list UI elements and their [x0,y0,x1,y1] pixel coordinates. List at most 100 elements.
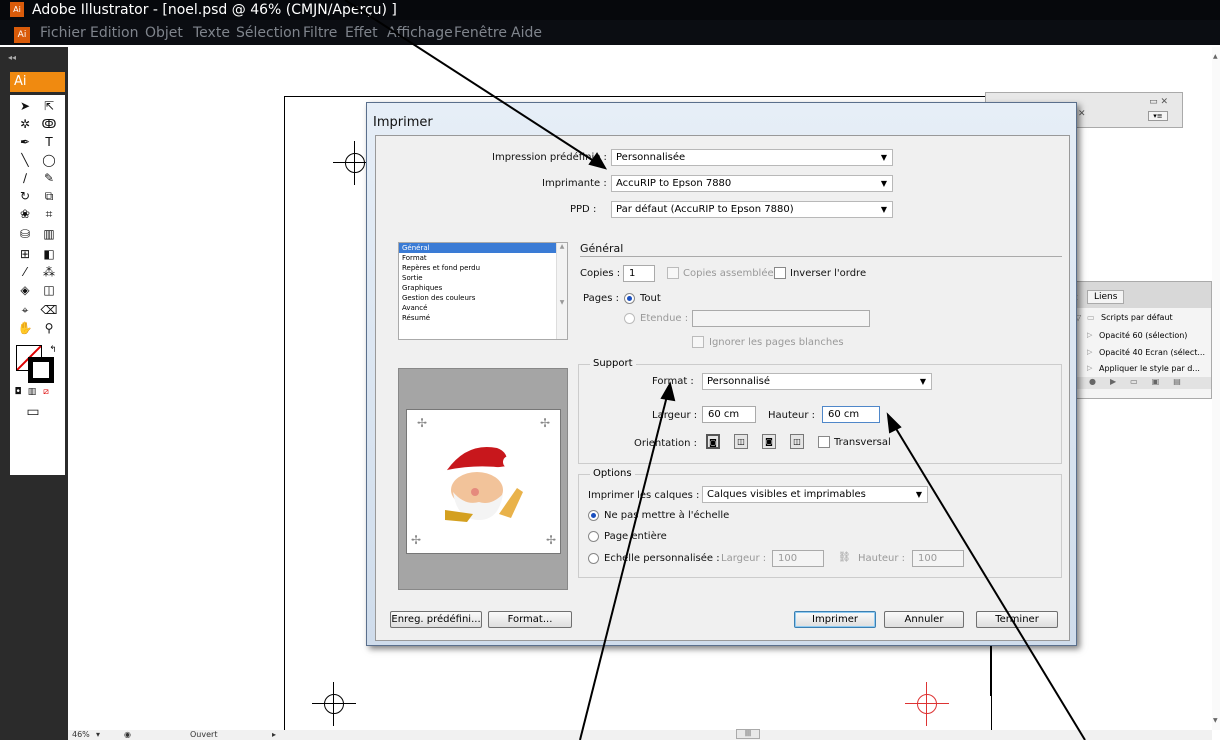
scale-width-input[interactable]: 100 [772,550,824,567]
document-icon[interactable]: Ai [14,27,30,43]
collate-checkbox[interactable] [667,267,679,279]
action-set-item[interactable]: Scripts par défaut [1101,313,1173,322]
live-paint-tool-icon[interactable]: ◈ [14,283,36,298]
gradient-tool-icon[interactable]: ◧ [38,247,60,262]
crop-tool-icon[interactable]: ⌖ [14,303,36,318]
free-transform-tool-icon[interactable]: ⌗ [38,207,60,222]
folder-new-icon[interactable]: ▭ [1130,377,1152,386]
toolbox-collapse-icon[interactable]: ◂◂ [8,53,16,62]
rotate-tool-icon[interactable]: ↻ [14,189,36,204]
category-format[interactable]: Format [399,253,556,263]
scale-tool-icon[interactable]: ⧉ [38,189,60,204]
category-general[interactable]: Général [399,243,556,253]
portrait-orientation-icon[interactable]: ◙ [706,434,720,449]
none-mode-icon[interactable]: ⧄ [40,385,52,400]
category-output[interactable]: Sortie [399,273,556,283]
action-item[interactable]: Opacité 40 Ecran (sélect... [1099,348,1205,357]
lasso-tool-icon[interactable]: ↂ [38,117,60,132]
menu-edition[interactable]: Edition [90,25,138,41]
gradient-mode-icon[interactable]: ▥ [26,385,38,400]
fit-page-radio[interactable] [588,531,599,542]
symbol-sprayer-tool-icon[interactable]: ⛁ [14,227,36,242]
play-arrow-icon[interactable]: ▷ [1087,331,1092,339]
scroll-thumb[interactable]: ||| [736,729,760,739]
live-paint-selection-tool-icon[interactable]: ◫ [38,283,60,298]
height-input[interactable]: 60 cm [822,406,880,423]
pages-range-input[interactable] [692,310,870,327]
warp-tool-icon[interactable]: ❀ [14,207,36,222]
category-graphics[interactable]: Graphiques [399,283,556,293]
pages-all-radio[interactable] [624,293,635,304]
selection-tool-icon[interactable]: ➤ [14,99,36,114]
swap-colors-icon[interactable]: ↰ [46,343,60,358]
cancel-button[interactable]: Annuler [884,611,964,628]
tab-liens[interactable]: Liens [1087,290,1125,304]
menu-objet[interactable]: Objet [145,25,183,41]
scroll-up-icon[interactable]: ▲ [1213,53,1218,60]
play-icon[interactable]: ▶ [1110,377,1130,386]
ellipse-tool-icon[interactable]: ◯ [38,153,60,168]
blend-tool-icon[interactable]: ⁂ [38,265,60,280]
category-scrollbar[interactable]: ▲ ▼ [556,243,567,339]
screen-mode-icon[interactable]: ▭ [22,405,44,420]
play-arrow-icon[interactable]: ▷ [1087,364,1092,372]
ppd-select[interactable]: Par défaut (AccuRIP to Epson 7880) ▼ [611,201,893,218]
landscape-orientation-icon[interactable]: ◫ [734,434,748,449]
category-advanced[interactable]: Avancé [399,303,556,313]
category-marks[interactable]: Repères et fond perdu [399,263,556,273]
magic-wand-tool-icon[interactable]: ✲ [14,117,36,132]
action-item[interactable]: Opacité 60 (sélection) [1099,331,1187,340]
play-arrow-icon[interactable]: ▷ [1087,348,1092,356]
zoom-level[interactable]: 46% [72,730,90,739]
hand-tool-icon[interactable]: ✋ [14,321,36,336]
record-icon[interactable]: ● [1089,377,1110,386]
menu-aide[interactable]: Aide [511,25,542,41]
menu-effet[interactable]: Effet [345,25,378,41]
menu-selection[interactable]: Sélection [236,25,301,41]
new-action-icon[interactable]: ▣ [1152,377,1174,386]
status-menu-icon[interactable]: ▸ [272,730,276,739]
color-mode-icon[interactable]: ◘ [12,385,24,400]
pages-range-radio[interactable] [624,313,635,324]
save-preset-button[interactable]: Enreg. prédéfini... [390,611,482,628]
category-list[interactable]: Général Format Repères et fond perdu Sor… [398,242,568,340]
action-item[interactable]: Appliquer le style par d... [1099,364,1200,373]
menu-fenetre[interactable]: Fenêtre [454,25,507,41]
category-summary[interactable]: Résumé [399,313,556,323]
category-color-management[interactable]: Gestion des couleurs [399,293,556,303]
eraser-tool-icon[interactable]: ⌫ [38,303,60,318]
copies-input[interactable]: 1 [623,265,655,282]
pencil-tool-icon[interactable]: ✎ [38,171,60,186]
type-tool-icon[interactable]: T [38,135,60,150]
width-input[interactable]: 60 cm [702,406,756,423]
panel-close-icon[interactable]: ▭ ✕ [1149,97,1168,107]
landscape-flipped-orientation-icon[interactable]: ◫ [790,434,804,449]
preset-select[interactable]: Personnalisée ▼ [611,149,893,166]
reverse-order-checkbox[interactable] [774,267,786,279]
print-preview[interactable]: ✢ ✢ ✢ ✢ [398,368,568,590]
direct-selection-tool-icon[interactable]: ⇱ [38,99,60,114]
trash-icon[interactable]: ▤ [1173,377,1195,386]
line-tool-icon[interactable]: ╲ [14,153,36,168]
menu-filtre[interactable]: Filtre [303,25,337,41]
ignore-blank-checkbox[interactable] [692,336,704,348]
eyedropper-tool-icon[interactable]: ⁄ [14,265,36,280]
layers-select[interactable]: Calques visibles et imprimables ▼ [702,486,928,503]
printer-select[interactable]: AccuRIP to Epson 7880 ▼ [611,175,893,192]
custom-scale-radio[interactable] [588,553,599,564]
brush-tool-icon[interactable]: ∕ [14,171,36,186]
scale-height-input[interactable]: 100 [912,550,964,567]
format-select[interactable]: Personnalisé ▼ [702,373,932,390]
menu-texte[interactable]: Texte [193,25,230,41]
zoom-tool-icon[interactable]: ⚲ [38,321,60,336]
format-button[interactable]: Format... [488,611,572,628]
scroll-down-icon[interactable]: ▼ [1213,717,1218,724]
transverse-checkbox[interactable] [818,436,830,448]
mesh-tool-icon[interactable]: ⊞ [14,247,36,262]
zoom-dropdown-icon[interactable]: ▾ [96,730,100,739]
panel-menu-icon[interactable]: ▾≡ [1148,111,1168,121]
portrait-flipped-orientation-icon[interactable]: ◙ [762,434,776,449]
no-scale-radio[interactable] [588,510,599,521]
vertical-scrollbar[interactable]: ▲ ▼ [1212,47,1220,730]
menu-affichage[interactable]: Affichage [387,25,453,41]
